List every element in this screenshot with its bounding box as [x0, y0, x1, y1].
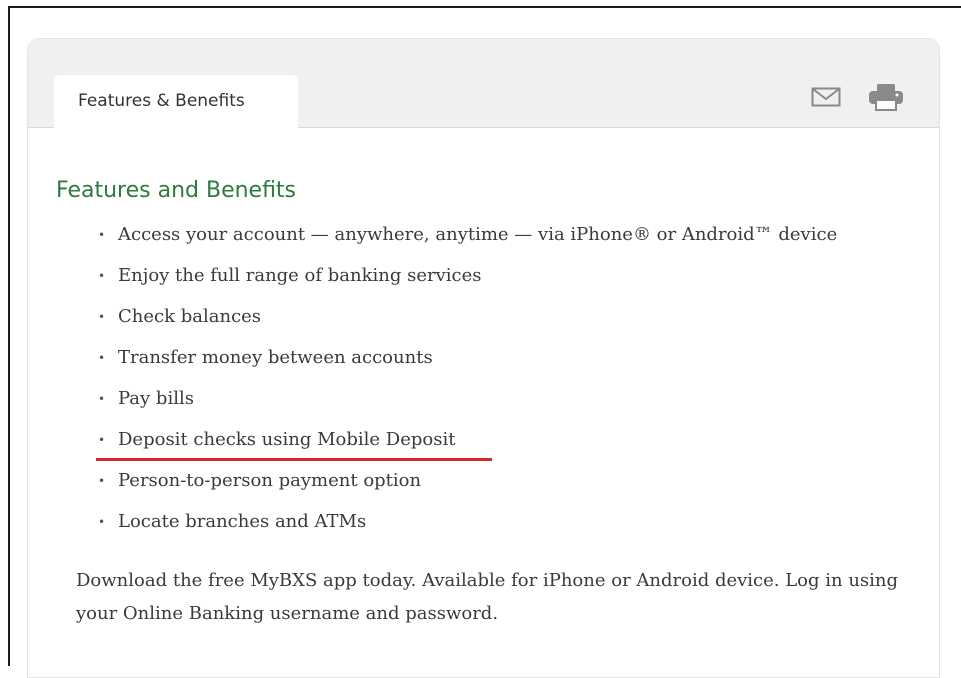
bullet: •: [98, 392, 106, 406]
list-item: • Pay bills: [98, 385, 837, 426]
email-button[interactable]: [808, 83, 844, 111]
feature-text: Transfer money between accounts: [118, 347, 433, 368]
bullet: •: [98, 310, 106, 324]
download-note: Download the free MyBXS app today. Avail…: [76, 570, 899, 624]
section-title: Features and Benefits: [56, 178, 297, 203]
bullet: •: [98, 474, 106, 488]
list-item-highlighted: • Deposit checks using Mobile Deposit: [96, 426, 837, 467]
features-panel: Features & Benefits Features and Benefit…: [27, 38, 940, 678]
feature-text: Locate branches and ATMs: [118, 511, 367, 532]
feature-text: Deposit checks using Mobile Deposit: [118, 429, 456, 450]
feature-text: Check balances: [118, 306, 262, 327]
list-item: • Person-to-person payment option: [98, 467, 837, 508]
list-item: • Transfer money between accounts: [98, 344, 837, 385]
bullet: •: [98, 433, 106, 447]
list-item: • Check balances: [98, 303, 837, 344]
bullet: •: [98, 269, 106, 283]
tab-features-benefits[interactable]: Features & Benefits: [54, 75, 298, 129]
tab-label: Features & Benefits: [78, 91, 245, 111]
list-item: • Locate branches and ATMs: [98, 508, 837, 549]
feature-text: Person-to-person payment option: [118, 470, 422, 491]
list-item: • Enjoy the full range of banking service…: [98, 262, 837, 303]
printer-icon: [869, 84, 903, 111]
bullet: •: [98, 515, 106, 529]
highlight-underline: [96, 458, 492, 461]
bullet: •: [98, 351, 106, 365]
list-item: • Access your account — anywhere, anytime…: [98, 221, 837, 262]
print-button[interactable]: [866, 83, 906, 111]
feature-text: Enjoy the full range of banking services: [118, 265, 482, 286]
features-list: • Access your account — anywhere, anytime…: [96, 221, 837, 549]
bullet: •: [98, 228, 106, 242]
panel-header: Features & Benefits: [28, 39, 939, 129]
feature-text: Access your account — anywhere, anytime …: [118, 224, 838, 245]
envelope-icon: [811, 87, 841, 107]
feature-text: Pay bills: [118, 388, 194, 409]
